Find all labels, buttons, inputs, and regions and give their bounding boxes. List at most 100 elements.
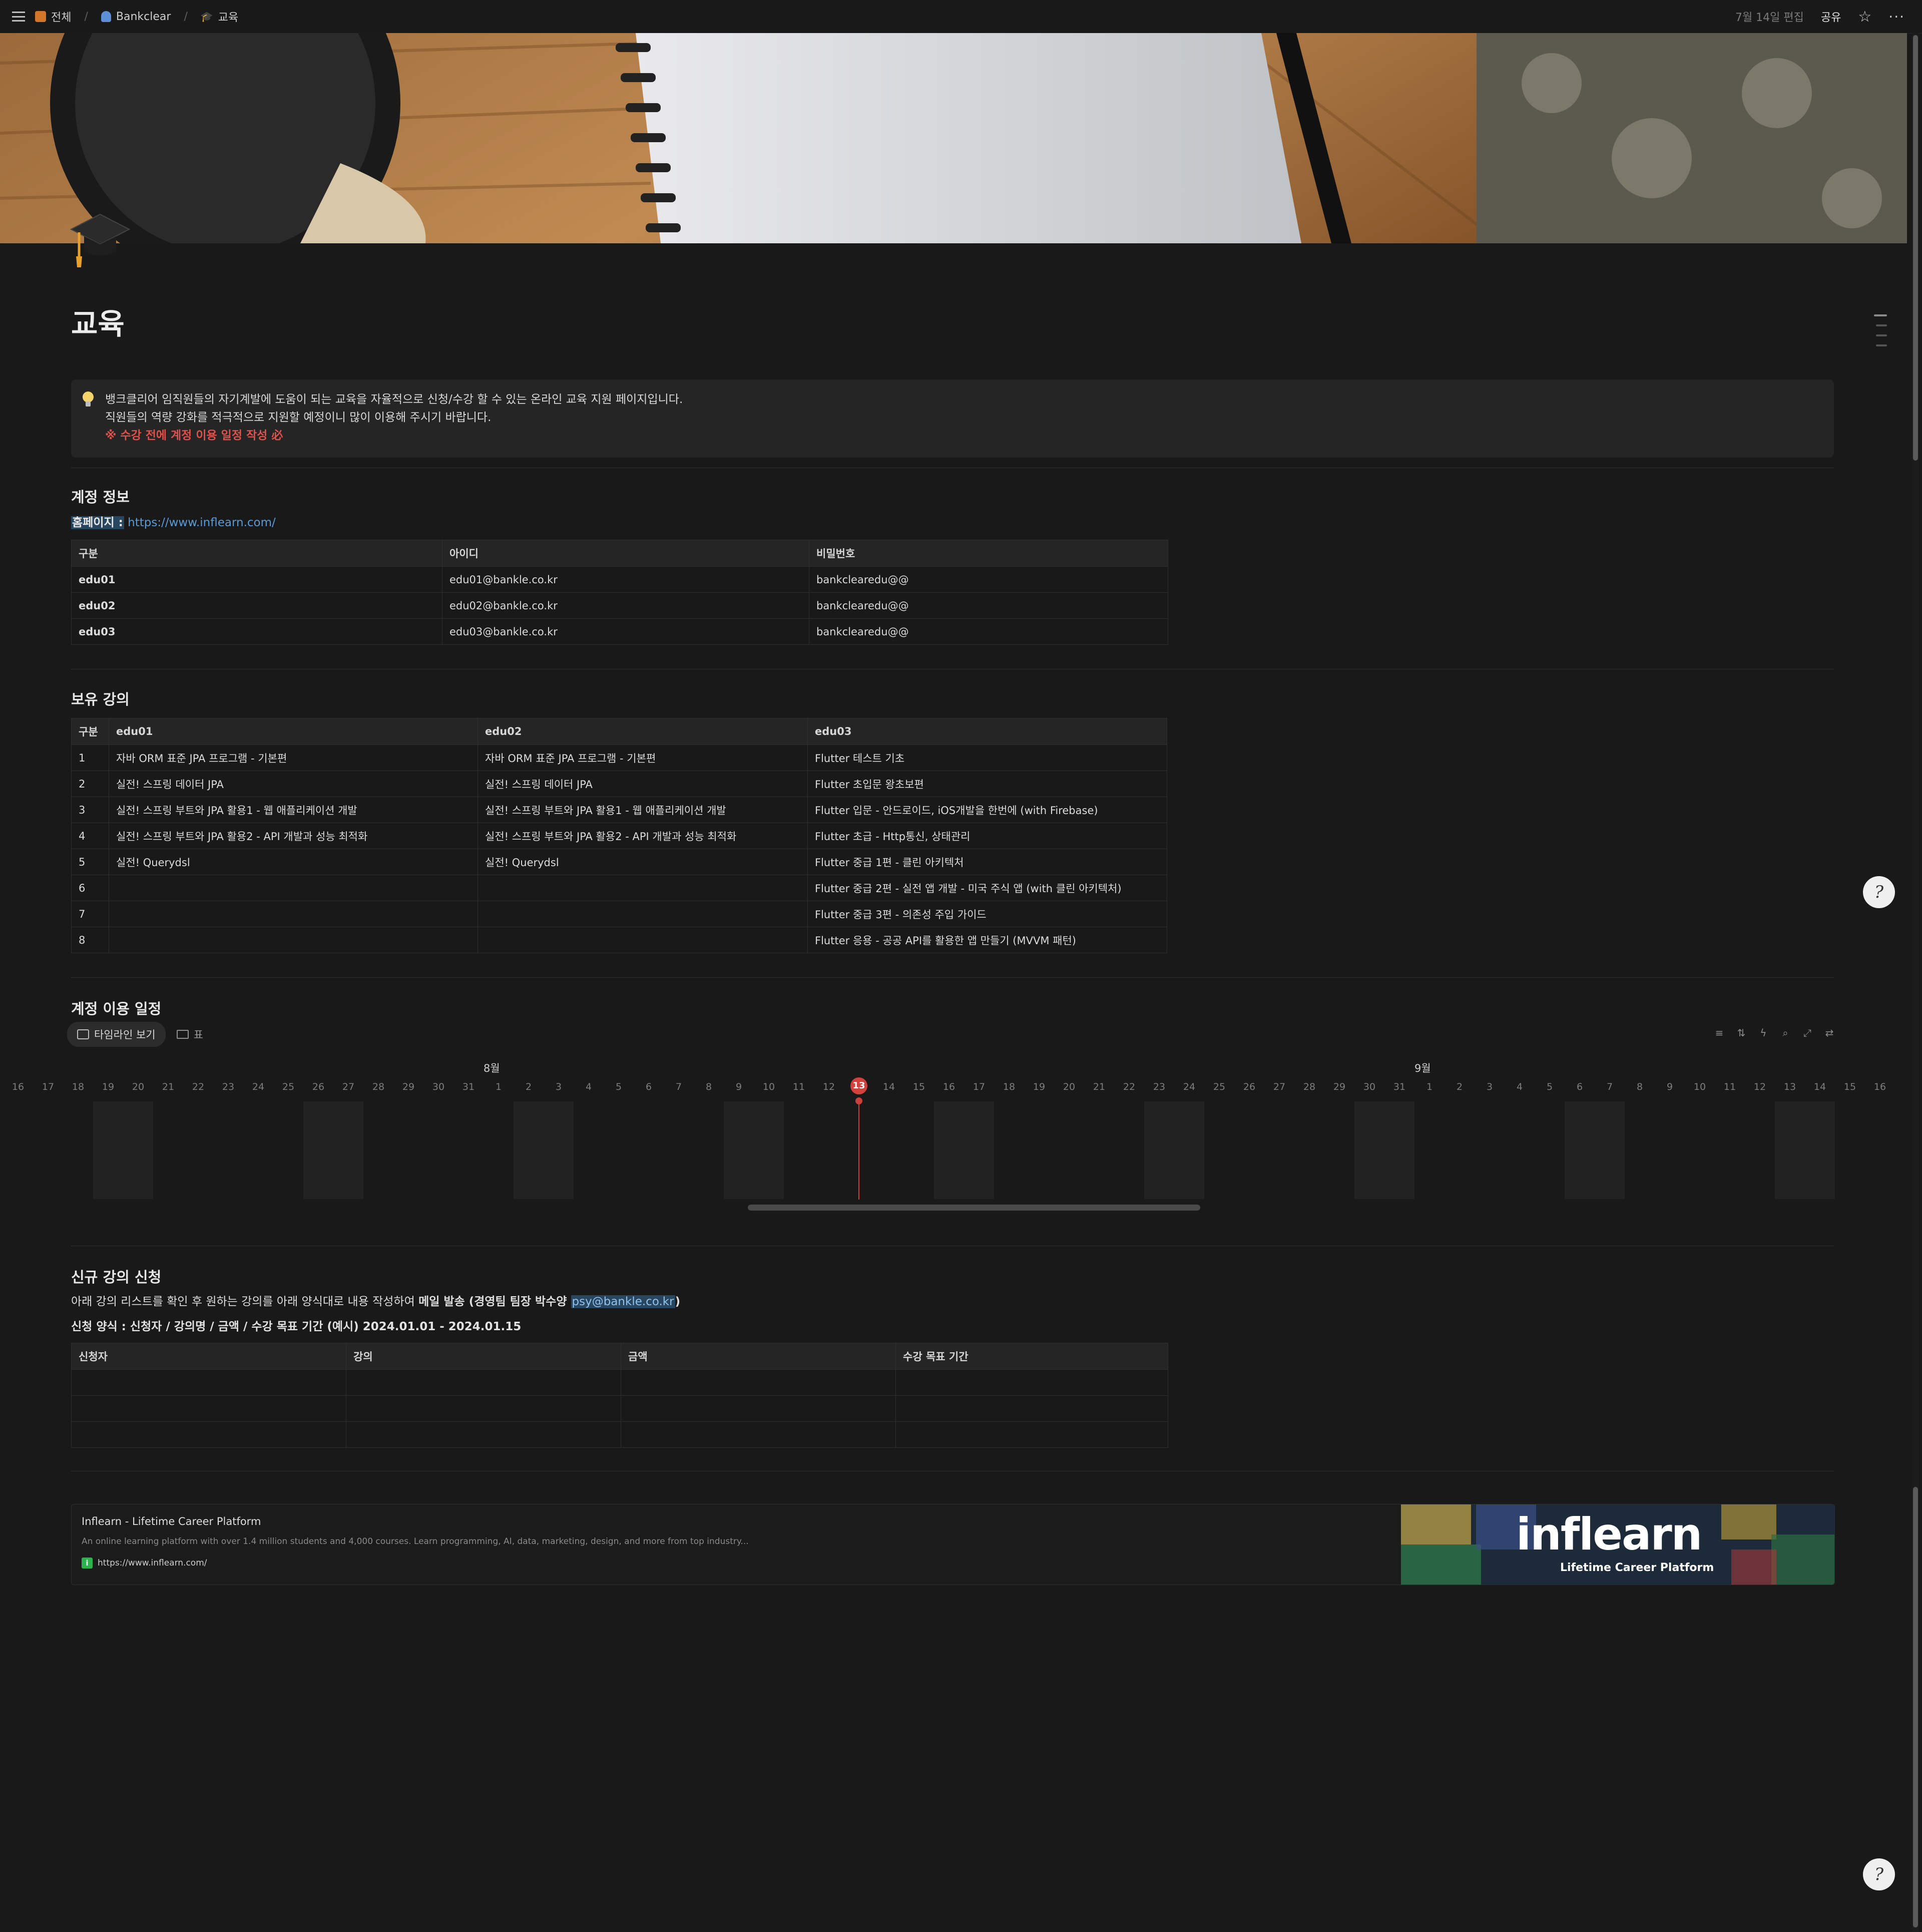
table-cell[interactable]: 자바 ORM 표준 JPA 프로그램 - 기본편 [477,744,808,771]
table-cell[interactable]: 1 [71,744,109,771]
column-header[interactable]: edu02 [477,718,808,745]
sort-icon[interactable]: ⇅ [1736,1027,1747,1038]
graduation-cap-icon[interactable] [70,210,131,270]
table-cell[interactable]: 실전! 스프링 부트와 JPA 활용2 - API 개발과 성능 최적화 [109,823,478,849]
column-header[interactable]: 강의 [346,1343,621,1370]
table-cell[interactable]: edu02@bankle.co.kr [442,592,809,619]
column-header[interactable]: edu01 [109,718,478,745]
breadcrumb-item-bankclear[interactable]: Bankclear [101,11,171,23]
cover-image[interactable] [0,33,1907,243]
table-cell[interactable] [71,1369,346,1396]
table-cell[interactable]: 7 [71,901,109,927]
table-cell[interactable]: Flutter 테스트 기초 [807,744,1167,771]
table-cell[interactable]: 6 [71,875,109,901]
table-cell[interactable] [71,1395,346,1422]
table-cell[interactable]: Flutter 초급 - Http통신, 상태관리 [807,823,1167,849]
table-cell[interactable]: 실전! 스프링 데이터 JPA [477,770,808,797]
day-header: 16 17 18 19 20 21 22 23 24 25 26 27 28 29 30 31 1 2 3 4 5 6 7 8… [0,1077,1907,1096]
search-icon[interactable]: ⌕ [1780,1027,1791,1038]
table-row: 7 Flutter 중급 3편 - 의존성 주입 가이드 [71,901,1167,927]
table-cell[interactable] [346,1421,621,1448]
table-cell[interactable]: 8 [71,927,109,953]
table-cell[interactable]: 자바 ORM 표준 JPA 프로그램 - 기본편 [109,744,478,771]
table-cell[interactable]: edu03 [71,618,442,645]
column-header[interactable]: 신청자 [71,1343,346,1370]
table-cell[interactable] [477,901,808,927]
filter-icon[interactable]: ≡ [1714,1027,1725,1038]
table-cell[interactable]: 2 [71,770,109,797]
column-header[interactable]: 구분 [71,718,109,745]
star-icon[interactable]: ☆ [1858,8,1871,26]
day-label: 26 [1243,1081,1256,1092]
table-cell[interactable] [477,875,808,901]
table-cell[interactable]: 실전! 스프링 부트와 JPA 활용1 - 웹 애플리케이션 개발 [477,797,808,823]
table-cell[interactable] [346,1369,621,1396]
settings-icon[interactable]: ⇄ [1824,1027,1835,1038]
help-button[interactable]: ? [1863,1858,1895,1890]
column-header[interactable]: 금액 [621,1343,896,1370]
column-header[interactable]: 비밀번호 [809,540,1168,567]
table-cell[interactable] [346,1395,621,1422]
table-cell[interactable] [895,1369,1168,1396]
table-row [71,1421,1168,1448]
table-cell[interactable]: 실전! 스프링 부트와 JPA 활용2 - API 개발과 성능 최적화 [477,823,808,849]
table-cell[interactable]: Flutter 중급 1편 - 클린 아키텍처 [807,849,1167,875]
tab-table[interactable]: 표 [176,1027,203,1042]
table-cell[interactable]: Flutter 중급 3편 - 의존성 주입 가이드 [807,901,1167,927]
table-cell[interactable]: edu03@bankle.co.kr [442,618,809,645]
help-button[interactable]: ? [1863,876,1895,908]
day-label: 16 [1873,1081,1886,1092]
day-label: 2 [1456,1081,1463,1092]
breadcrumb-item-education[interactable]: 🎓 교육 [201,9,238,25]
table-cell[interactable]: bankclearedu@@ [809,592,1168,619]
table-cell[interactable] [621,1395,896,1422]
table-cell[interactable]: 실전! 스프링 데이터 JPA [109,770,478,797]
weekend-column [93,1101,153,1199]
expand-icon[interactable]: ⤢ [1802,1027,1813,1038]
table-cell[interactable]: Flutter 입문 - 안드로이드, iOS개발을 한번에 (with Fir… [807,797,1167,823]
table-cell[interactable]: edu01@bankle.co.kr [442,566,809,593]
table-cell[interactable] [109,875,478,901]
sidebar-toggle-icon[interactable] [12,12,25,22]
table-cell[interactable]: 실전! Querydsl [109,849,478,875]
day-label: 4 [585,1081,592,1092]
table-cell[interactable]: 실전! Querydsl [477,849,808,875]
table-cell[interactable] [477,927,808,953]
table-cell[interactable]: 4 [71,823,109,849]
share-button[interactable]: 공유 [1821,9,1841,25]
scrollbar-thumb[interactable] [1913,35,1918,461]
table-cell[interactable] [109,901,478,927]
day-label: 26 [312,1081,325,1092]
automation-icon[interactable]: ϟ [1758,1027,1769,1038]
timeline-scrollbar[interactable] [748,1205,1200,1211]
today-line [858,1100,859,1200]
tab-timeline[interactable]: 타임라인 보기 [67,1022,166,1047]
table-cell[interactable] [109,927,478,953]
scrollbar-thumb[interactable] [1913,1487,1918,1927]
table-cell[interactable] [895,1421,1168,1448]
table-cell[interactable] [895,1395,1168,1422]
column-header[interactable]: 아이디 [442,540,809,567]
schedule-heading: 계정 이용 일정 [71,1000,162,1017]
email-link[interactable]: psy@bankle.co.kr [571,1295,675,1308]
table-cell[interactable]: Flutter 중급 2편 - 실전 앱 개발 - 미국 주식 앱 (with … [807,875,1167,901]
breadcrumb-item-all[interactable]: 전체 [35,9,71,25]
table-cell[interactable]: bankclearedu@@ [809,566,1168,593]
table-cell[interactable]: edu01 [71,566,442,593]
table-cell[interactable] [621,1369,896,1396]
more-options-icon[interactable]: ··· [1888,9,1905,25]
column-header[interactable]: edu03 [807,718,1167,745]
table-cell[interactable]: 5 [71,849,109,875]
table-cell[interactable]: edu02 [71,592,442,619]
column-header[interactable]: 수강 목표 기간 [895,1343,1168,1370]
table-cell[interactable] [621,1421,896,1448]
column-header[interactable]: 구분 [71,540,442,567]
bookmark-card[interactable]: Inflearn - Lifetime Career Platform An o… [71,1504,1835,1585]
table-cell[interactable]: Flutter 응용 - 공공 API를 활용한 앱 만들기 (MVVM 패턴) [807,927,1167,953]
table-cell[interactable]: 3 [71,797,109,823]
table-cell[interactable] [71,1421,346,1448]
table-cell[interactable]: 실전! 스프링 부트와 JPA 활용1 - 웹 애플리케이션 개발 [109,797,478,823]
homepage-link[interactable]: https://www.inflearn.com/ [128,516,276,529]
table-cell[interactable]: Flutter 초입문 왕초보편 [807,770,1167,797]
table-cell[interactable]: bankclearedu@@ [809,618,1168,645]
